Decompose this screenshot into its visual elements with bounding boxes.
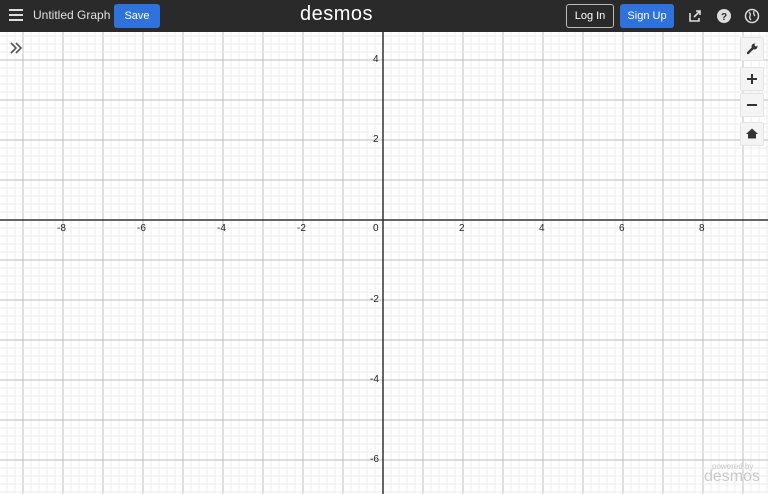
zoom-out-icon <box>747 104 757 106</box>
zoom-in-button[interactable] <box>740 67 764 91</box>
grid <box>0 32 768 494</box>
desmos-logo: desmos <box>300 3 374 25</box>
home-button[interactable] <box>740 122 764 146</box>
settings-button[interactable] <box>740 37 764 61</box>
x-tick-label: -6 <box>137 223 146 234</box>
y-tick-label: -2 <box>370 294 379 305</box>
save-button[interactable]: Save <box>114 4 160 28</box>
x-tick-label: -8 <box>57 223 66 234</box>
y-tick-label: -6 <box>370 454 379 465</box>
x-tick-label: 4 <box>539 223 545 234</box>
graph-title[interactable]: Untitled Graph <box>33 8 110 22</box>
wrench-icon <box>746 43 758 55</box>
globe-icon[interactable] <box>744 8 760 24</box>
top-bar: Untitled Graph Save desmos Log In Sign U… <box>0 0 768 32</box>
share-icon[interactable] <box>687 8 703 24</box>
y-tick-label: -4 <box>370 374 379 385</box>
expand-expressions-icon[interactable] <box>8 40 24 56</box>
x-tick-label: 6 <box>619 223 625 234</box>
home-icon <box>746 128 758 139</box>
zoom-out-button[interactable] <box>740 93 764 117</box>
help-icon[interactable]: ? <box>716 8 732 24</box>
x-tick-label: 8 <box>699 223 705 234</box>
x-tick-label: -4 <box>217 223 226 234</box>
x-tick-label: 2 <box>459 223 465 234</box>
y-tick-label: 2 <box>373 134 379 145</box>
desmos-watermark: desmos <box>704 468 761 485</box>
signup-button[interactable]: Sign Up <box>620 4 674 28</box>
graph-paper[interactable]: -8 -6 -4 -2 0 2 4 6 8 4 2 -2 -4 -6 <box>0 32 768 494</box>
menu-icon[interactable] <box>9 9 23 21</box>
svg-text:?: ? <box>721 12 727 23</box>
origin-label: 0 <box>373 223 379 234</box>
y-tick-label: 4 <box>373 54 379 65</box>
x-tick-label: -2 <box>297 223 306 234</box>
zoom-in-icon <box>747 74 757 84</box>
login-button[interactable]: Log In <box>566 4 614 28</box>
